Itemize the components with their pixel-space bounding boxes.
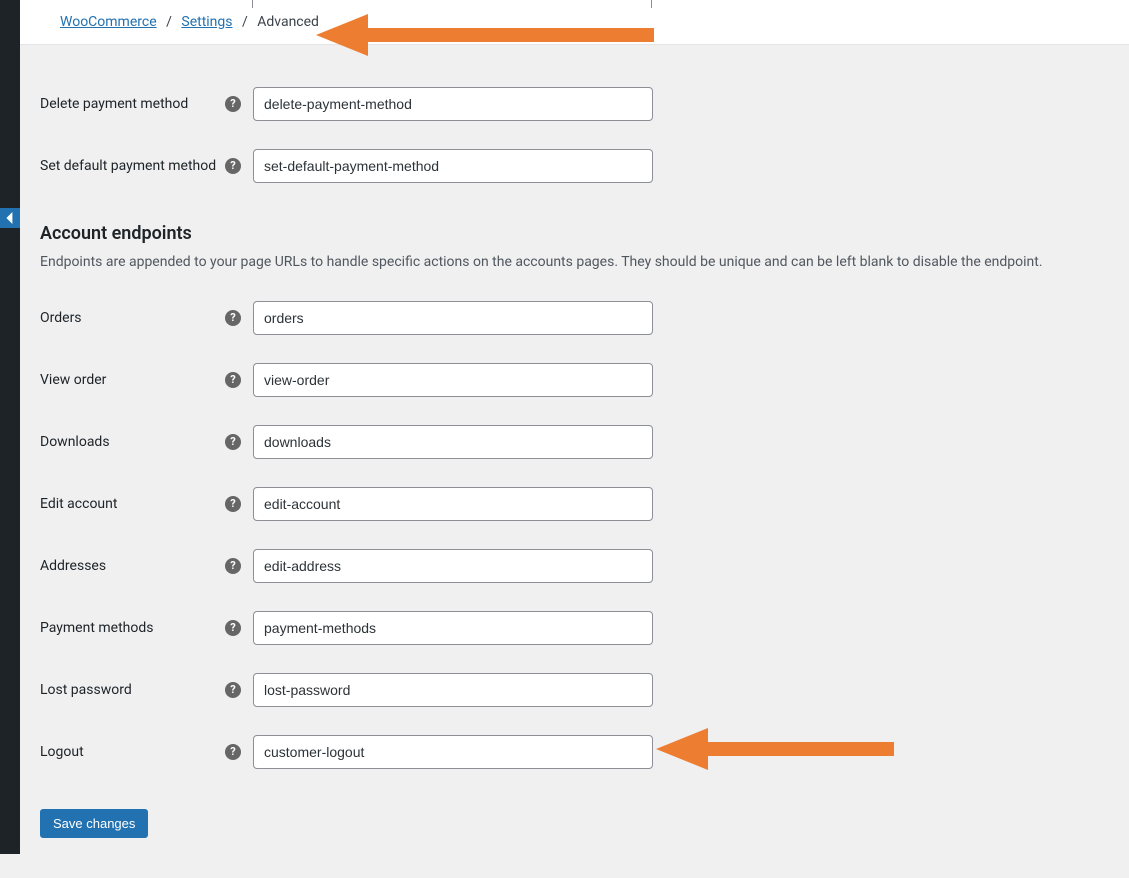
help-icon[interactable]: ? [225, 434, 241, 450]
field-label: Edit account [40, 495, 225, 513]
field-label: Logout [40, 743, 225, 761]
cutoff-previous-field [252, 0, 652, 8]
orders-input[interactable] [253, 301, 653, 335]
help-icon[interactable]: ? [225, 682, 241, 698]
breadcrumb: WooCommerce / Settings / Advanced [60, 14, 319, 30]
help-icon[interactable]: ? [225, 558, 241, 574]
help-icon[interactable]: ? [225, 158, 241, 174]
delete-payment-method-input[interactable] [253, 87, 653, 121]
lost-password-input[interactable] [253, 673, 653, 707]
payment-methods-input[interactable] [253, 611, 653, 645]
downloads-input[interactable] [253, 425, 653, 459]
logout-input[interactable] [253, 735, 653, 769]
admin-sidebar-collapsed[interactable] [0, 0, 20, 854]
set-default-payment-method-input[interactable] [253, 149, 653, 183]
section-description: Endpoints are appended to your page URLs… [40, 252, 1109, 273]
field-label: Delete payment method [40, 95, 225, 113]
section-heading: Account endpoints [40, 223, 1109, 244]
help-icon[interactable]: ? [225, 96, 241, 112]
field-label: Orders [40, 309, 225, 327]
field-label: Payment methods [40, 619, 225, 637]
sidebar-indicator-icon [0, 208, 20, 228]
help-icon[interactable]: ? [225, 620, 241, 636]
breadcrumb-settings[interactable]: Settings [181, 14, 232, 30]
save-changes-button[interactable]: Save changes [40, 809, 148, 838]
help-icon[interactable]: ? [225, 310, 241, 326]
help-icon[interactable]: ? [225, 744, 241, 760]
help-icon[interactable]: ? [225, 372, 241, 388]
breadcrumb-current: Advanced [257, 14, 319, 30]
field-label: Lost password [40, 681, 225, 699]
field-label: Addresses [40, 557, 225, 575]
view-order-input[interactable] [253, 363, 653, 397]
edit-account-input[interactable] [253, 487, 653, 521]
field-label: Downloads [40, 433, 225, 451]
breadcrumb-woocommerce[interactable]: WooCommerce [60, 14, 157, 30]
field-label: View order [40, 371, 225, 389]
field-label: Set default payment method [40, 157, 225, 175]
cutoff-input[interactable] [252, 0, 652, 8]
help-icon[interactable]: ? [225, 496, 241, 512]
addresses-input[interactable] [253, 549, 653, 583]
